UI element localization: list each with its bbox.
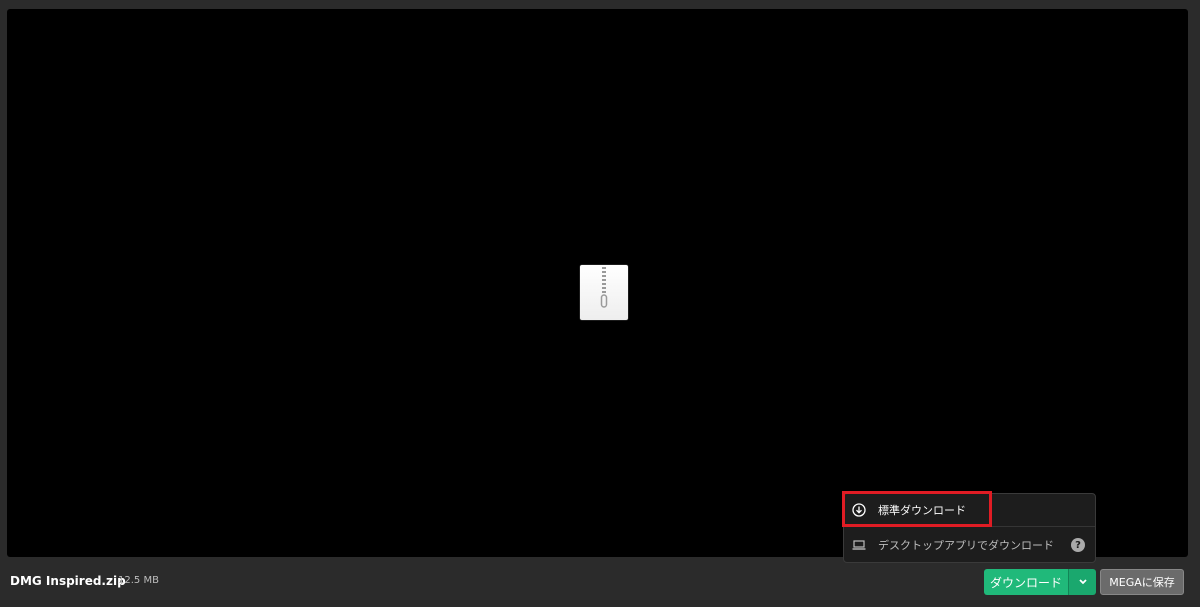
file-preview-area: [7, 9, 1188, 557]
bottom-toolbar: DMG Inspired.zip 12.5 MB ダウンロード MEGAに保存: [0, 560, 1200, 607]
chevron-down-icon: [1078, 579, 1087, 585]
save-to-mega-button[interactable]: MEGAに保存: [1100, 569, 1184, 595]
file-preview-page: DMG Inspired.zip 12.5 MB ダウンロード MEGAに保存 …: [0, 0, 1200, 607]
laptop-icon: [852, 538, 866, 552]
menu-item-label: 標準ダウンロード: [878, 504, 966, 517]
menu-item-standard-download[interactable]: 標準ダウンロード: [844, 494, 1095, 527]
menu-item-label: デスクトップアプリでダウンロード: [878, 539, 1054, 552]
help-icon[interactable]: ?: [1071, 538, 1085, 552]
file-name: DMG Inspired.zip: [10, 574, 126, 588]
file-size: 12.5 MB: [118, 575, 159, 586]
download-options-toggle[interactable]: [1068, 569, 1096, 595]
menu-item-desktop-app-download[interactable]: デスクトップアプリでダウンロード ?: [844, 528, 1095, 562]
download-button-group: ダウンロード: [984, 569, 1096, 595]
download-options-menu: 標準ダウンロード デスクトップアプリでダウンロード ?: [843, 493, 1096, 563]
download-circle-icon: [852, 503, 866, 517]
zip-file-icon: [580, 265, 628, 320]
download-button[interactable]: ダウンロード: [984, 569, 1068, 595]
